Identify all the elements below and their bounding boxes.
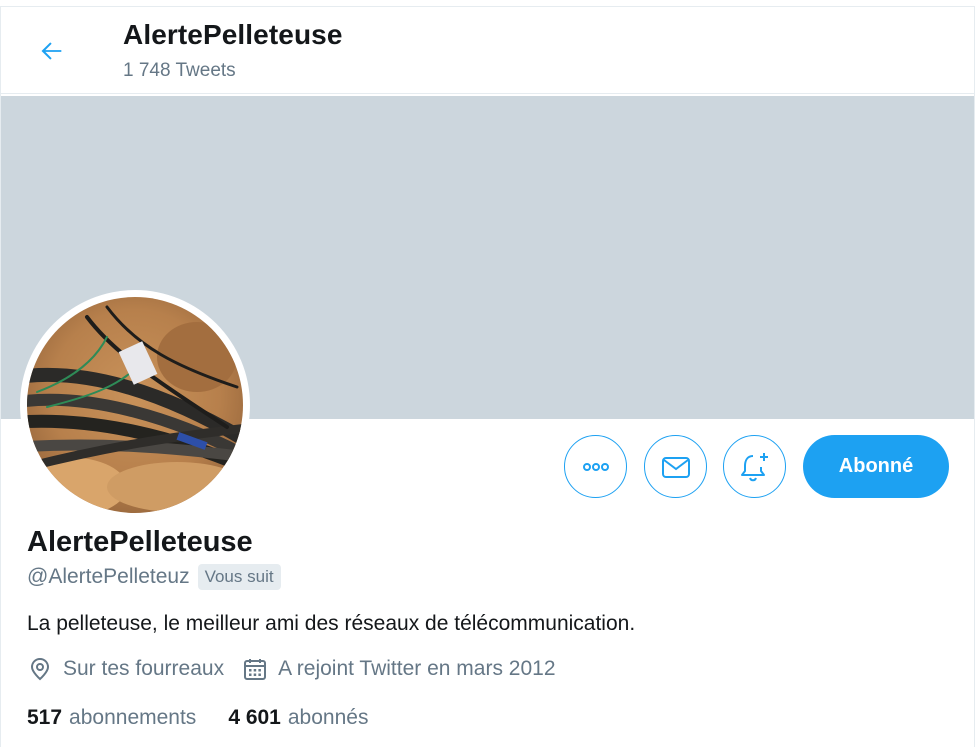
- following-stat[interactable]: 517 abonnements: [27, 706, 196, 730]
- back-button[interactable]: [30, 29, 74, 73]
- followers-count: 4 601: [228, 706, 281, 729]
- location-item: Sur tes fourreaux: [27, 656, 224, 682]
- avatar-image: [27, 297, 243, 513]
- following-count: 517: [27, 706, 63, 729]
- handle-row: @AlertePelleteuz Vous suit: [27, 564, 281, 590]
- location-text: Sur tes fourreaux: [63, 657, 225, 680]
- profile-header: AlertePelleteuse 1 748 Tweets: [1, 7, 974, 94]
- joined-item: A rejoint Twitter en mars 2012: [242, 656, 556, 682]
- tweet-count: 1 748 Tweets: [123, 60, 236, 81]
- avatar[interactable]: [20, 290, 250, 520]
- notifications-button[interactable]: [723, 435, 786, 498]
- bell-plus-icon: [740, 452, 768, 481]
- more-dots-icon: [582, 462, 609, 471]
- profile-meta: Sur tes fourreaux A rejoint Twitter en m…: [27, 656, 556, 682]
- calendar-icon: [244, 659, 267, 680]
- followers-label: abonnés: [287, 706, 369, 729]
- header-title: AlertePelleteuse: [123, 19, 343, 50]
- followers-stat[interactable]: 4 601 abonnés: [228, 706, 368, 730]
- location-pin-icon: [30, 657, 50, 681]
- profile-handle: @AlertePelleteuz: [27, 565, 190, 588]
- follows-you-badge: Vous suit: [197, 564, 281, 590]
- profile-stats: 517 abonnements 4 601 abonnés: [27, 706, 368, 730]
- joined-text: A rejoint Twitter en mars 2012: [278, 657, 556, 680]
- message-button[interactable]: [644, 435, 707, 498]
- profile-bio: La pelleteuse, le meilleur ami des résea…: [27, 612, 636, 635]
- envelope-icon: [661, 456, 690, 478]
- back-arrow-icon: [41, 42, 62, 60]
- more-button[interactable]: [564, 435, 627, 498]
- profile-name: AlertePelleteuse: [27, 526, 253, 558]
- following-button[interactable]: Abonné: [803, 435, 949, 498]
- following-label: abonnements: [69, 706, 197, 729]
